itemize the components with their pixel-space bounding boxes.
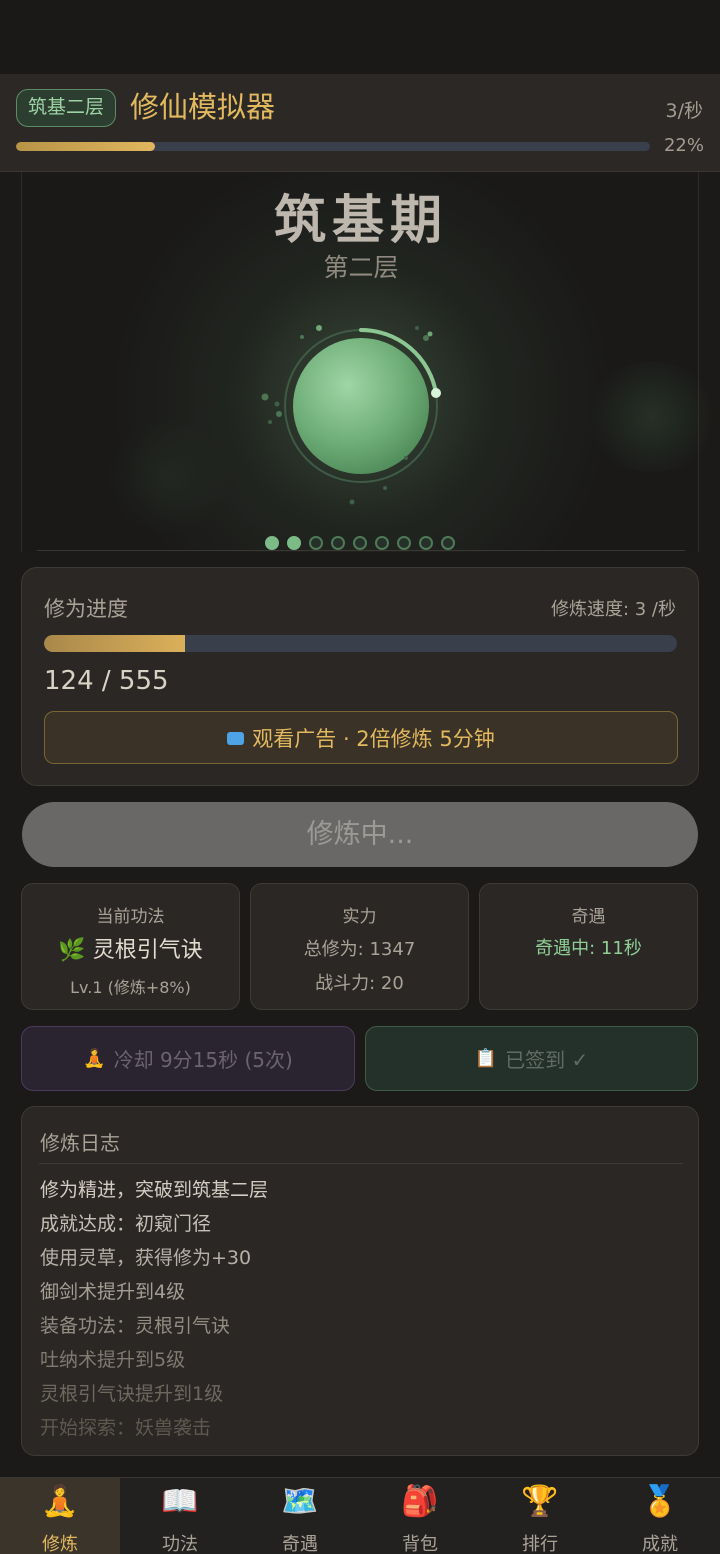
app-title: 修仙模拟器 [130, 90, 276, 124]
log-entry: 使用灵草，获得修为+30 [40, 1247, 252, 1269]
tab-label: 修炼 [42, 1534, 78, 1554]
log-list: 修为精进，突破到筑基二层 成就达成：初窥门径使用灵草，获得修为+30 御剑术提升到4… [40, 1173, 268, 1445]
realm-layer: 第二层 [323, 253, 399, 282]
trophy-icon: 🏆 [521, 1483, 559, 1519]
page-dot[interactable] [353, 536, 367, 550]
qi-particle [268, 420, 272, 424]
backpack-icon: 🎒 [401, 1483, 439, 1519]
book-icon: 📖 [161, 1483, 199, 1519]
total-cultivation: 总修为: 1347 [303, 939, 416, 960]
qi-particle [423, 335, 429, 341]
cultivation-progress-card: 修为进度 修炼速度: 3 /秒 124 / 555 观看广告 · 2倍修炼 5分… [21, 567, 699, 786]
tab-ranking[interactable]: 🏆 排行 [480, 1478, 600, 1554]
encounter-card[interactable]: 奇遇 奇遇中: 11秒 [479, 883, 698, 1010]
tab-label: 成就 [642, 1534, 678, 1554]
header-progress-percent: 22% [663, 135, 704, 156]
qi-particle [261, 393, 269, 401]
cultivation-scene: 筑基期 第二层 [21, 172, 720, 552]
page-dot[interactable] [375, 536, 389, 550]
log-entry: 灵根引气诀提升到1级 [40, 1383, 224, 1405]
realm-name: 筑基期 [273, 191, 448, 251]
tab-label: 背包 [402, 1534, 438, 1554]
log-divider [39, 1163, 683, 1164]
page-dot[interactable] [331, 536, 345, 550]
meditation-icon: 🧘 [83, 1048, 106, 1069]
watch-ad-label: 观看广告 · 2倍修炼 5分钟 [252, 726, 495, 751]
header-progress-bar [16, 142, 650, 151]
rate-label: 3/秒 [665, 100, 704, 122]
scene-glow [582, 362, 720, 472]
cultivation-log: 修炼日志 修为精进，突破到筑基二层 成就达成：初窥门径使用灵草，获得修为+30 御剑… [21, 1106, 699, 1456]
scene-glow [102, 422, 232, 532]
log-entry: 御剑术提升到4级 [40, 1281, 186, 1303]
technique-name-row: 🌿 灵根引气诀 [22, 932, 239, 964]
progress-title: 修为进度 [44, 597, 128, 621]
scene-page-indicator[interactable] [0, 536, 720, 550]
power-card: 实力 总修为: 1347 战斗力: 20 [250, 883, 469, 1010]
log-entry: 开始探索：妖兽袭击 [40, 1417, 212, 1439]
orb-core [293, 338, 429, 474]
tab-achievements[interactable]: 🏅 成就 [600, 1478, 720, 1554]
power-heading: 实力 [342, 907, 377, 927]
current-technique-card[interactable]: 当前功法 🌿 灵根引气诀 Lv.1 (修炼+8%) [21, 883, 240, 1010]
watch-ad-button[interactable]: 观看广告 · 2倍修炼 5分钟 [44, 711, 678, 764]
page-dot[interactable] [419, 536, 433, 550]
page-dot[interactable] [309, 536, 323, 550]
qi-particle [349, 499, 355, 505]
scene-divider [37, 550, 685, 551]
tab-label: 奇遇 [282, 1534, 318, 1554]
tv-icon [227, 732, 245, 745]
status-bar [0, 0, 720, 74]
encounter-status: 奇遇中: 11秒 [535, 938, 642, 959]
qi-particle [415, 326, 419, 330]
page-dot[interactable] [441, 536, 455, 550]
qi-particle [404, 456, 408, 460]
daily-signin-button[interactable]: 📋 已签到 ✓ [365, 1026, 698, 1091]
qi-particle [276, 411, 282, 417]
page-dot[interactable] [287, 536, 301, 550]
cooldown-label: 冷却 9分15秒 (5次) [113, 1048, 293, 1072]
map-icon: 🗺️ [281, 1483, 319, 1519]
tab-label: 功法 [162, 1534, 198, 1554]
technique-name: 灵根引气诀 [92, 938, 203, 963]
technique-heading: 当前功法 [96, 907, 165, 927]
log-title: 修炼日志 [40, 1131, 120, 1155]
qi-particle [427, 331, 433, 337]
log-entry: 装备功法：灵根引气诀 [40, 1315, 231, 1337]
realm-badge: 筑基二层 [16, 89, 117, 127]
tab-label: 排行 [522, 1534, 558, 1554]
tab-inventory[interactable]: 🎒 背包 [360, 1478, 480, 1554]
tab-encounters[interactable]: 🗺️ 奇遇 [240, 1478, 360, 1554]
qi-particle [383, 486, 387, 490]
orb-progress-head [431, 388, 441, 398]
tab-techniques[interactable]: 📖 功法 [120, 1478, 240, 1554]
header-progress-fill [16, 142, 156, 151]
meditation-icon: 🧘 [41, 1483, 79, 1519]
log-entry: 吐纳术提升到5级 [40, 1349, 186, 1371]
technique-level: Lv.1 (修炼+8%) [70, 978, 191, 997]
cultivate-button[interactable]: 修炼中... [22, 802, 698, 867]
log-entry: 成就达成：初窥门径 [40, 1213, 212, 1235]
encounter-heading: 奇遇 [571, 907, 606, 927]
qi-particle [300, 335, 304, 339]
cultivation-speed: 修炼速度: 3 /秒 [550, 599, 676, 620]
qi-particle [274, 401, 280, 407]
herb-icon: 🌿 [58, 938, 86, 963]
progress-value: 124 / 555 [44, 666, 169, 696]
meditation-cooldown-button[interactable]: 🧘 冷却 9分15秒 (5次) [21, 1026, 355, 1091]
page-dot[interactable] [265, 536, 279, 550]
qi-orb[interactable] [242, 302, 482, 542]
tab-cultivate[interactable]: 🧘 修炼 [0, 1478, 120, 1554]
medal-icon: 🏅 [641, 1483, 679, 1519]
bottom-tab-bar: 🧘 修炼 📖 功法 🗺️ 奇遇 🎒 背包 🏆 排行 🏅 成就 [0, 1477, 720, 1554]
signin-label: 已签到 ✓ [505, 1048, 589, 1072]
cultivation-progress-bar [44, 635, 677, 652]
cultivation-progress-fill [44, 635, 186, 652]
app-header: 筑基二层 修仙模拟器 3/秒 22% [0, 74, 720, 172]
page-dot[interactable] [397, 536, 411, 550]
log-entry: 修为精进，突破到筑基二层 [40, 1179, 269, 1201]
clipboard-icon: 📋 [474, 1048, 498, 1069]
qi-particle [316, 325, 322, 331]
combat-power: 战斗力: 20 [315, 973, 404, 994]
